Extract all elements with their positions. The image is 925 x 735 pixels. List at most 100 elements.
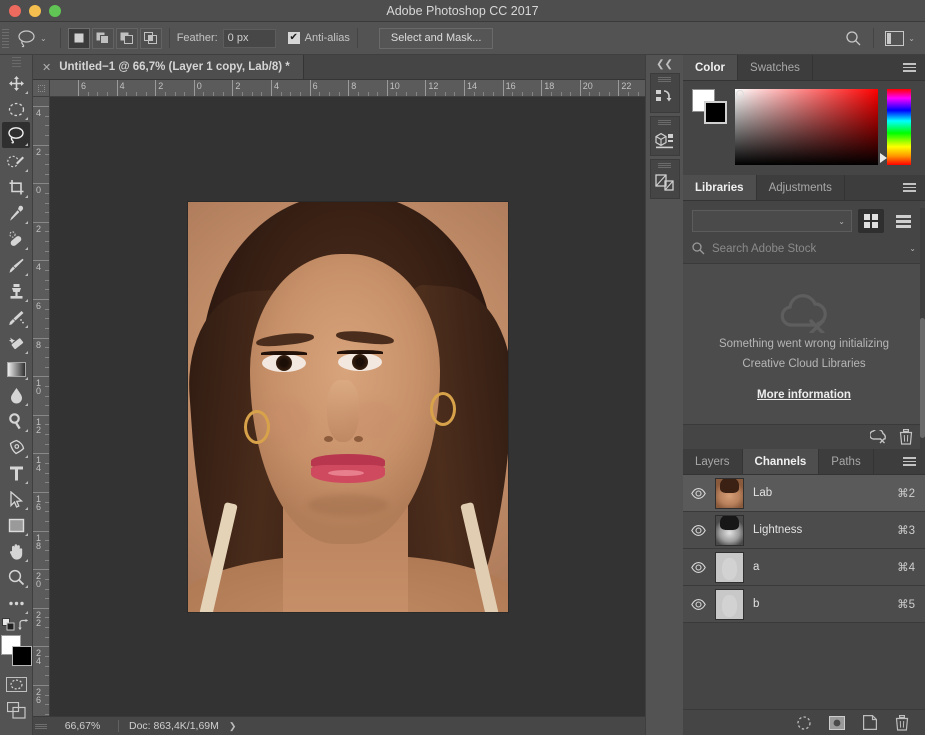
visibility-toggle-icon[interactable] [691,525,706,536]
color-panel-menu-button[interactable] [894,55,925,80]
color-panel-swatches[interactable] [692,89,726,123]
libraries-panel-menu-button[interactable] [894,175,925,200]
clone-stamp-tool[interactable] [2,278,30,304]
workspace-switcher[interactable]: ⌄ [885,31,915,46]
maximize-window-button[interactable] [49,5,61,17]
history-brush-tool[interactable] [2,304,30,330]
dodge-tool[interactable] [2,408,30,434]
lasso-tool[interactable] [2,122,30,148]
tab-libraries[interactable]: Libraries [683,175,757,200]
history-panel-icon[interactable] [650,73,680,113]
eraser-tool[interactable] [2,330,30,356]
more-information-link[interactable]: More information [757,389,851,401]
subtract-from-selection-button[interactable] [116,28,138,49]
tab-paths[interactable]: Paths [819,449,873,474]
vertical-ruler[interactable]: 42024681 01 21 41 61 82 02 22 42 6 [33,97,50,716]
close-window-button[interactable] [9,5,21,17]
delete-icon[interactable] [899,429,913,445]
rectangle-tool[interactable] [2,512,30,538]
quick-selection-tool[interactable] [2,148,30,174]
tab-swatches[interactable]: Swatches [738,55,813,80]
elliptical-marquee-tool[interactable] [2,96,30,122]
select-and-mask-button[interactable]: Select and Mask... [379,28,494,49]
status-expand-arrow[interactable]: ❯ [229,721,237,732]
tab-channels[interactable]: Channels [743,449,820,474]
move-tool[interactable] [2,70,30,96]
divider [873,28,874,48]
ruler-label: 12 [428,81,438,91]
add-to-selection-button[interactable] [92,28,114,49]
zoom-tool[interactable] [2,564,30,590]
load-channel-as-selection-icon[interactable] [797,716,811,730]
document-tab[interactable]: ✕ Untitled−1 @ 66,7% (Layer 1 copy, Lab/… [33,55,304,79]
anti-alias-checkbox[interactable]: ✔ Anti-alias [288,32,350,44]
chevron-down-icon[interactable]: ⌄ [908,34,915,43]
list-view-button[interactable] [890,209,916,233]
edit-toolbar-tool[interactable] [2,590,30,616]
eyedropper-tool[interactable] [2,200,30,226]
delete-channel-icon[interactable] [895,715,909,731]
table-row[interactable]: a ⌘4 [683,549,925,586]
type-tool[interactable] [2,460,30,486]
visibility-toggle-icon[interactable] [691,599,706,610]
color-swatches[interactable] [1,635,31,665]
tool-preset-picker[interactable]: ⌄ [11,29,53,48]
quick-mask-mode-button[interactable] [2,671,30,697]
gradient-tool[interactable] [2,356,30,382]
color-field-marker[interactable] [736,90,744,98]
screen-mode-button[interactable] [2,697,30,723]
history-icon [655,82,674,112]
canvas-image[interactable] [188,202,508,612]
adobe-stock-search[interactable]: Search Adobe Stock ⌄ [683,239,925,264]
tab-layers[interactable]: Layers [683,449,743,474]
color-field[interactable] [735,89,878,165]
toolbar-grip[interactable] [12,57,21,67]
tab-color[interactable]: Color [683,55,738,80]
blur-tool[interactable] [2,382,30,408]
chevron-down-icon[interactable]: ⌄ [40,34,47,43]
hue-slider[interactable] [887,89,911,165]
search-icon[interactable] [845,30,862,47]
pen-tool[interactable] [2,434,30,460]
path-selection-tool[interactable] [2,486,30,512]
new-selection-button[interactable] [68,28,90,49]
table-row[interactable]: Lab ⌘2 [683,475,925,512]
collapse-panels-button[interactable]: ❮❮ [646,55,683,73]
layer-comps-panel-icon[interactable] [650,159,680,199]
crop-tool[interactable] [2,174,30,200]
intersect-with-selection-button[interactable] [140,28,162,49]
hue-slider-marker[interactable] [880,153,887,163]
minimize-window-button[interactable] [29,5,41,17]
zoom-level-field[interactable]: 66,67% [47,720,119,732]
create-new-channel-icon[interactable] [863,715,877,730]
ruler-tick [425,80,426,97]
3d-panel-icon[interactable] [650,116,680,156]
visibility-toggle-icon[interactable] [691,562,706,573]
tab-adjustments[interactable]: Adjustments [757,175,845,200]
hand-tool[interactable] [2,538,30,564]
status-bar: 66,67% Doc: 863,4K/1,69M ❯ [33,716,645,735]
table-row[interactable]: Lightness ⌘3 [683,512,925,549]
horizontal-ruler[interactable]: 6420246810121416182022 [50,80,645,97]
grid-view-button[interactable] [858,209,884,233]
visibility-toggle-icon[interactable] [691,488,706,499]
channel-name: Lab [753,487,888,499]
background-color-swatch[interactable] [704,101,727,124]
background-color-swatch[interactable] [12,646,32,666]
ruler-origin-box[interactable] [33,80,50,97]
close-icon[interactable]: ✕ [42,61,51,74]
canvas-viewport[interactable] [50,97,645,716]
table-row[interactable]: b ⌘5 [683,586,925,623]
options-bar-grip[interactable] [2,28,9,48]
sync-error-icon[interactable] [870,430,887,444]
feather-input[interactable] [223,29,276,48]
libraries-scrollbar[interactable] [920,208,925,473]
spot-healing-brush-tool[interactable] [2,226,30,252]
chevron-down-icon[interactable]: ⌄ [909,244,916,253]
swap-colors-icon[interactable] [18,619,30,631]
brush-tool[interactable] [2,252,30,278]
save-selection-as-channel-icon[interactable] [829,716,845,730]
ruler-label: 2 0 [36,572,47,588]
default-colors-icon[interactable] [2,618,15,631]
library-select[interactable]: ⌄ [692,210,852,232]
